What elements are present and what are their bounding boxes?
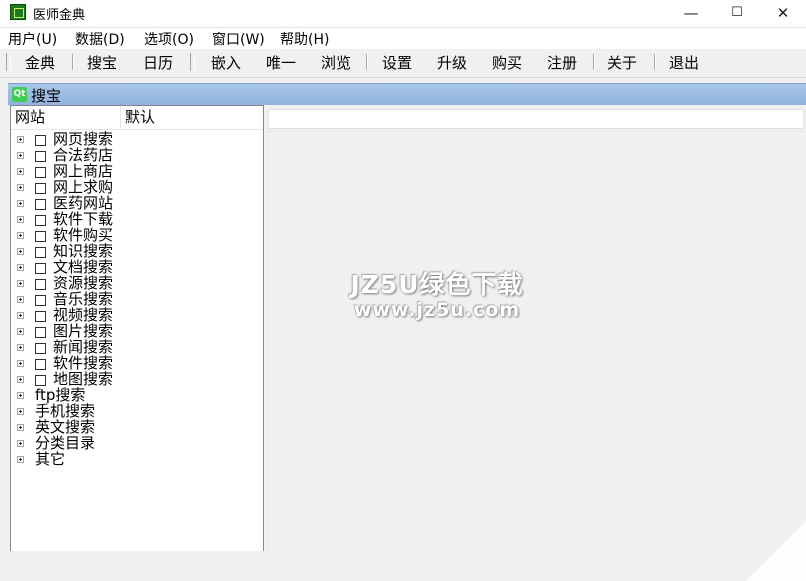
tree-item[interactable]: 音乐搜索 bbox=[11, 291, 263, 308]
menu-data[interactable]: 数据(D) bbox=[75, 29, 125, 49]
plus-expander-icon[interactable] bbox=[17, 440, 24, 447]
dock-title-bar[interactable]: Qt 搜宝 bbox=[8, 83, 806, 105]
tree-item[interactable]: 文档搜索 bbox=[11, 259, 263, 276]
plus-expander-icon[interactable] bbox=[17, 248, 24, 255]
resize-grip[interactable] bbox=[746, 521, 806, 581]
tree-item-checkbox[interactable] bbox=[35, 135, 46, 146]
plus-expander-icon[interactable] bbox=[17, 312, 24, 319]
tree-item-label: 其它 bbox=[35, 450, 66, 468]
tree-item-checkbox[interactable] bbox=[35, 343, 46, 354]
plus-expander-icon[interactable] bbox=[17, 168, 24, 175]
plus-expander-icon[interactable] bbox=[17, 216, 24, 223]
column-header-default[interactable]: 默认 bbox=[121, 106, 263, 128]
tree-item[interactable]: 合法药店 bbox=[11, 147, 263, 164]
toolbar-grip[interactable] bbox=[6, 53, 11, 71]
close-button[interactable]: ✕ bbox=[760, 0, 806, 27]
tree-item[interactable]: 网上商店 bbox=[11, 163, 263, 180]
maximize-button[interactable]: ☐ bbox=[714, 0, 760, 27]
menu-help[interactable]: 帮助(H) bbox=[280, 29, 329, 49]
tree-item[interactable]: 其它 bbox=[11, 450, 263, 468]
toolbar-button-about[interactable]: 关于 bbox=[598, 52, 646, 74]
menu-window[interactable]: 窗口(W) bbox=[212, 29, 265, 49]
tree-item[interactable]: 网页搜索 bbox=[11, 131, 263, 148]
toolbar-button-calendar[interactable]: 日历 bbox=[134, 52, 182, 74]
watermark-title: JZ5U绿色下载 bbox=[350, 270, 524, 299]
tree-header: 网站 默认 bbox=[11, 106, 263, 130]
dock-title: 搜宝 bbox=[31, 87, 62, 105]
plus-expander-icon[interactable] bbox=[17, 200, 24, 207]
plus-expander-icon[interactable] bbox=[17, 136, 24, 143]
tree-item-checkbox[interactable] bbox=[35, 167, 46, 178]
tree-item-checkbox[interactable] bbox=[35, 327, 46, 338]
toolbar-button-embed[interactable]: 嵌入 bbox=[202, 52, 250, 74]
plus-expander-icon[interactable] bbox=[17, 408, 24, 415]
app-icon bbox=[10, 4, 26, 20]
plus-expander-icon[interactable] bbox=[17, 152, 24, 159]
plus-expander-icon[interactable] bbox=[17, 328, 24, 335]
tree-item-checkbox[interactable] bbox=[35, 215, 46, 226]
plus-expander-icon[interactable] bbox=[17, 392, 24, 399]
toolbar-button-jindian[interactable]: 金典 bbox=[16, 52, 64, 74]
minimize-button[interactable]: — bbox=[668, 0, 714, 27]
tree-item-checkbox[interactable] bbox=[35, 199, 46, 210]
toolbar-separator bbox=[654, 54, 656, 70]
tree-item-checkbox[interactable] bbox=[35, 295, 46, 306]
plus-expander-icon[interactable] bbox=[17, 456, 24, 463]
tree-item-checkbox[interactable] bbox=[35, 247, 46, 258]
tree-item-checkbox[interactable] bbox=[35, 151, 46, 162]
toolbar-button-upgrade[interactable]: 升级 bbox=[428, 52, 476, 74]
menu-bar: 用户(U) 数据(D) 选项(O) 窗口(W) 帮助(H) bbox=[0, 28, 806, 49]
tree-item[interactable]: 网上求购 bbox=[11, 179, 263, 196]
title-bar: 医师金典 — ☐ ✕ bbox=[0, 0, 806, 28]
watermark-url: www.jz5u.com bbox=[353, 299, 521, 321]
toolbar-separator bbox=[593, 54, 595, 70]
tree-item[interactable]: 资源搜索 bbox=[11, 275, 263, 292]
site-tree[interactable]: 网站 默认 网页搜索 合法药店 网上商店 网上求购 医药网站 软件下载 软件购买 知识搜索 文档… bbox=[10, 105, 264, 552]
window-title: 医师金典 bbox=[33, 8, 86, 23]
plus-expander-icon[interactable] bbox=[17, 264, 24, 271]
tree-item[interactable]: 软件搜索 bbox=[11, 355, 263, 372]
tree-item[interactable]: 视频搜索 bbox=[11, 307, 263, 324]
tree-item-checkbox[interactable] bbox=[35, 311, 46, 322]
toolbar-button-register[interactable]: 注册 bbox=[538, 52, 586, 74]
plus-expander-icon[interactable] bbox=[17, 280, 24, 287]
status-bar bbox=[0, 521, 806, 581]
tree-item[interactable]: 软件下载 bbox=[11, 211, 263, 228]
tree-item-checkbox[interactable] bbox=[35, 359, 46, 370]
toolbar-button-settings[interactable]: 设置 bbox=[373, 52, 421, 74]
tree-item-checkbox[interactable] bbox=[35, 183, 46, 194]
tree-item[interactable]: 软件购买 bbox=[11, 227, 263, 244]
toolbar-button-browse[interactable]: 浏览 bbox=[312, 52, 360, 74]
column-header-site[interactable]: 网站 bbox=[11, 106, 121, 128]
toolbar-grip[interactable] bbox=[190, 53, 195, 71]
tree-item[interactable]: 图片搜索 bbox=[11, 323, 263, 340]
toolbar-separator bbox=[72, 54, 74, 70]
tree-item-checkbox[interactable] bbox=[35, 279, 46, 290]
plus-expander-icon[interactable] bbox=[17, 344, 24, 351]
toolbar-button-soubao[interactable]: 搜宝 bbox=[78, 52, 126, 74]
watermark-logo: JZ5U绿色下载 www.jz5u.com bbox=[317, 265, 557, 321]
toolbar-button-exit[interactable]: 退出 bbox=[660, 52, 708, 74]
tree-item[interactable]: 医药网站 bbox=[11, 195, 263, 212]
plus-expander-icon[interactable] bbox=[17, 424, 24, 431]
toolbar: 金典 搜宝 日历 嵌入 唯一 浏览 设置 升级 购买 注册 关于 退出 bbox=[0, 49, 806, 78]
toolbar-button-buy[interactable]: 购买 bbox=[483, 52, 531, 74]
tree-item-checkbox[interactable] bbox=[35, 375, 46, 386]
tree-item-checkbox[interactable] bbox=[35, 263, 46, 274]
tree-item[interactable]: 知识搜索 bbox=[11, 243, 263, 260]
browser-view[interactable]: JZ5U绿色下载 www.jz5u.com bbox=[268, 131, 803, 550]
address-bar[interactable] bbox=[268, 109, 804, 129]
plus-expander-icon[interactable] bbox=[17, 232, 24, 239]
tree-item-checkbox[interactable] bbox=[35, 231, 46, 242]
menu-user[interactable]: 用户(U) bbox=[8, 29, 57, 49]
plus-expander-icon[interactable] bbox=[17, 360, 24, 367]
plus-expander-icon[interactable] bbox=[17, 296, 24, 303]
qt-logo-icon: Qt bbox=[12, 87, 27, 102]
menu-options[interactable]: 选项(O) bbox=[144, 29, 194, 49]
tree-item[interactable]: 新闻搜索 bbox=[11, 339, 263, 356]
plus-expander-icon[interactable] bbox=[17, 376, 24, 383]
toolbar-button-unique[interactable]: 唯一 bbox=[257, 52, 305, 74]
toolbar-separator bbox=[366, 54, 368, 70]
plus-expander-icon[interactable] bbox=[17, 184, 24, 191]
